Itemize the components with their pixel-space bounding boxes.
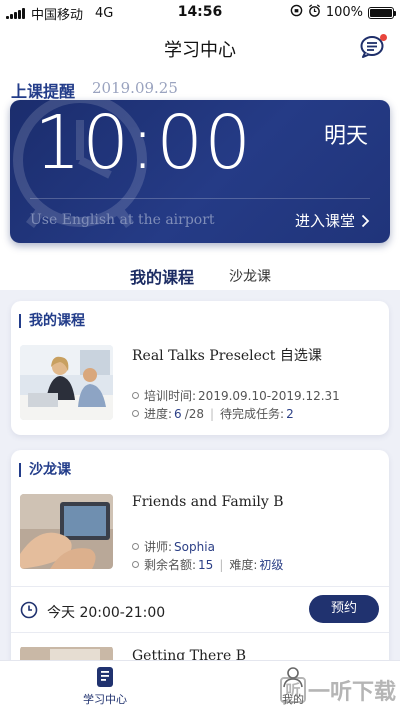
- reminder-date: 2019.09.25: [92, 79, 178, 97]
- clock-icon: [20, 601, 38, 619]
- row-divider: [11, 632, 389, 633]
- status-bar: 中国移动 4G 14:56 100%: [0, 0, 400, 24]
- tab-my-courses[interactable]: 我的课程: [130, 264, 194, 288]
- seats-value: 15: [198, 557, 214, 572]
- salon-thumbnail-2[interactable]: [20, 646, 113, 660]
- salon-title[interactable]: Friends and Family B: [132, 494, 284, 510]
- salon-card: 沙龙课 Friends and Family B 讲师: Sophia 剩余名额…: [11, 450, 389, 680]
- tab-study-label: 学习中心: [83, 693, 127, 706]
- nav-header: 学习中心: [0, 24, 400, 70]
- course-period: 培训时间: 2019.09.10-2019.12.31: [132, 387, 340, 404]
- progress-label: 进度:: [144, 407, 173, 421]
- pending-value: 2: [286, 406, 294, 421]
- period-value: 2019.09.10-2019.12.31: [198, 388, 340, 403]
- chevron-right-icon: [361, 214, 370, 227]
- next-class-card[interactable]: 10:00 明天 Use English at the airport 进入课堂: [10, 100, 390, 243]
- enter-classroom-button[interactable]: 进入课堂: [295, 210, 370, 231]
- progress-total: /28: [184, 406, 204, 421]
- reminder-label: 上课提醒: [11, 82, 76, 101]
- salon-slot-row: 今天 20:00-21:00 预约: [11, 586, 389, 632]
- teacher-name: Sophia: [174, 539, 215, 554]
- course-title: Real Talks Preselect 自选课: [132, 348, 322, 364]
- teacher-label: 讲师:: [144, 540, 173, 554]
- bullet-icon: [132, 543, 139, 550]
- course-thumbnail: [20, 345, 113, 420]
- seats-label: 剩余名额:: [144, 558, 197, 572]
- slot-time: 今天 20:00-21:00: [47, 605, 166, 621]
- book-icon: [97, 667, 113, 687]
- separator: |: [210, 406, 215, 421]
- level-label: 难度:: [229, 558, 258, 572]
- salon-seats: 剩余名额: 15 | 难度: 初级: [132, 556, 283, 573]
- course-tabs: 我的课程 沙龙课: [0, 258, 400, 294]
- section-title-salon: 沙龙课: [19, 463, 71, 477]
- watermark: 听 一听下载: [279, 674, 396, 706]
- period-label: 培训时间:: [144, 389, 197, 403]
- class-day: 明天: [323, 124, 368, 149]
- reminder-row: 上课提醒 2019.09.25: [0, 70, 400, 101]
- bullet-icon: [132, 561, 139, 568]
- course-progress: 进度: 6 /28 | 待完成任务: 2: [132, 405, 294, 422]
- salon-teacher: 讲师: Sophia: [132, 538, 215, 555]
- tab-study-center[interactable]: 学习中心: [70, 666, 140, 707]
- card-divider: [30, 198, 370, 199]
- tab-salon[interactable]: 沙龙课: [229, 266, 271, 286]
- rotation-lock-icon: [290, 4, 303, 21]
- level-value: 初级: [259, 558, 284, 572]
- alarm-icon: [308, 4, 321, 21]
- class-time: 10:00: [34, 100, 253, 186]
- pending-label: 待完成任务:: [220, 407, 285, 421]
- section-title-my-courses: 我的课程: [19, 314, 85, 328]
- progress-done: 6: [174, 406, 182, 421]
- watermark-text: 一听下载: [307, 680, 396, 705]
- watermark-box: 听: [279, 677, 306, 703]
- bullet-icon: [132, 410, 139, 417]
- salon-thumbnail[interactable]: [20, 494, 113, 569]
- notification-dot: [380, 34, 387, 41]
- my-course-card[interactable]: 我的课程 Real Talks Preselect 自选课 培训时间: 2019…: [11, 301, 389, 435]
- enter-classroom-label: 进入课堂: [294, 212, 355, 230]
- battery-icon: [368, 6, 396, 19]
- battery-percent: 100%: [325, 5, 363, 20]
- book-button[interactable]: 预约: [309, 595, 379, 623]
- bullet-icon: [132, 392, 139, 399]
- page-title: 学习中心: [164, 40, 236, 61]
- separator: |: [219, 557, 224, 572]
- class-topic: Use English at the airport: [30, 212, 215, 228]
